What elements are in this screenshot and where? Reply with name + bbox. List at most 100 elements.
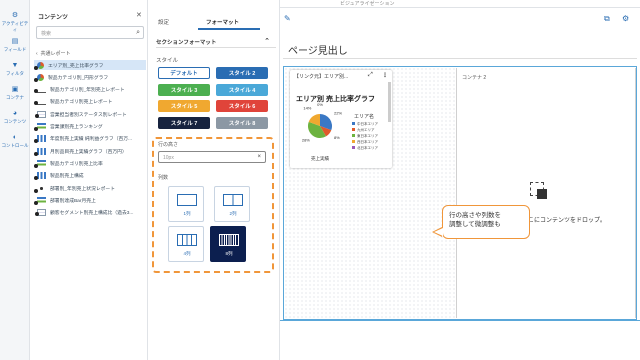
legend-swatch <box>352 140 355 143</box>
rail-item-filter[interactable]: ▼ フィルタ <box>0 62 30 77</box>
column-option-1[interactable]: 1列 <box>168 186 204 222</box>
canvas-bottom-line <box>280 320 640 321</box>
style-button-7[interactable]: スタイル 7 <box>158 116 210 129</box>
x-axis-label: 売上実績 <box>311 155 329 162</box>
style-button-5[interactable]: スタイル 5 <box>158 100 210 112</box>
list-item-label: 製品カテゴリ別_円形グラフ <box>48 75 109 81</box>
style-button-1[interactable]: デフォルト <box>158 67 210 79</box>
rail-item-fields[interactable]: ▤ フィールド <box>0 38 30 53</box>
link-icon <box>34 77 38 82</box>
legend-label: 中日本エリア <box>357 121 378 126</box>
scrollbar[interactable] <box>388 82 391 122</box>
contents-panel-title: コンテンツ <box>38 15 69 21</box>
list-item[interactable]: 製品カテゴリ別売上レポート <box>34 97 146 107</box>
style-button-3[interactable]: スタイル 3 <box>158 83 210 96</box>
list-item[interactable]: 年度別売上実績 純利益グラフ（百万... <box>34 134 146 144</box>
list-item[interactable]: エリア別_売上比率グラフ <box>34 60 146 70</box>
section-format-title: セクションフォーマット <box>156 40 217 46</box>
bar-chart-icon <box>34 172 46 181</box>
hbar-chart-icon <box>34 123 46 131</box>
tab-format[interactable]: フォーマット <box>206 18 239 26</box>
column-option-4[interactable]: 8列 <box>210 226 246 262</box>
link-icon <box>34 139 38 144</box>
page-title-divider <box>283 58 637 59</box>
style-button-4[interactable]: スタイル 4 <box>216 83 268 96</box>
control-icon: ◐ <box>12 134 18 141</box>
list-item-label: 年度別売上実績 純利益グラフ（百万... <box>50 137 133 143</box>
list-item[interactable]: 顧客セグメント別売上構成比（過去3... <box>34 208 146 218</box>
rail-item-control[interactable]: ◐ コントロール <box>0 134 30 149</box>
search-input[interactable]: 検索 ⌕ <box>36 26 144 39</box>
edit-icon[interactable]: ✎ <box>284 14 291 23</box>
rail-item-contents[interactable]: ◕ コンテンツ <box>0 110 30 125</box>
columns-label: 列数 <box>158 175 169 181</box>
filter-icon: ▼ <box>11 62 19 69</box>
link-icon <box>34 176 38 181</box>
close-icon[interactable]: ✕ <box>136 11 142 19</box>
list-item-label: 製品カテゴリ別_年別売上レポート <box>50 88 125 94</box>
columns-grid-icon <box>177 234 197 246</box>
list-item-label: 営業課別売上ランキング <box>50 125 103 130</box>
legend-label: 東日本エリア <box>357 133 378 138</box>
style-button-2[interactable]: スタイル 2 <box>216 67 268 79</box>
legend-swatch <box>352 146 355 149</box>
style-button-6[interactable]: スタイル 6 <box>216 100 268 112</box>
list-item[interactable]: 部署別達成Bar月売上 <box>34 195 146 205</box>
preview-icon[interactable]: ⧉ <box>604 14 610 24</box>
table-chart-icon <box>35 209 46 217</box>
list-item[interactable]: 部署別_年別売上状況レポート <box>34 183 146 193</box>
pie-chart: 22% 8% 28% 14% 0% エリア名中日本エリア九州エリア東日本エリア西日本エリア… <box>302 102 379 162</box>
chart-card[interactable]: 【リンク元】エリア別... ⤢ ⋮ エリア別 売上比率グラフ 22% 8% 28% 1… <box>290 70 392 168</box>
line-chart-icon <box>34 86 46 94</box>
columns-grid-icon <box>223 194 243 206</box>
list-item-label: エリア別_売上比率グラフ <box>48 63 104 69</box>
callout: 行の高さや列数を 調整して微調整も <box>442 205 530 239</box>
list-item[interactable]: 営業担当者別ステータス別レポート <box>34 109 146 119</box>
list-item[interactable]: 営業課別売上ランキング <box>34 122 146 132</box>
rail-item-container[interactable]: ▣ コンテナ <box>0 86 30 101</box>
list-item-label: 製品別売上構成 <box>50 174 84 180</box>
container-icon: ▣ <box>11 86 19 93</box>
legend-label: 北日本エリア <box>357 145 378 150</box>
list-item[interactable]: 月別品目売上実績グラフ（百万円） <box>34 146 146 156</box>
slice-data-label: 14% <box>303 106 311 111</box>
link-icon <box>34 101 38 106</box>
list-item[interactable]: 製品カテゴリ別_円形グラフ <box>34 72 146 82</box>
rail-item-label: フィルタ <box>6 71 24 76</box>
callout-line-2: 調整して微調整も <box>449 221 501 228</box>
column-option-2[interactable]: 2列 <box>214 186 250 222</box>
rail-item-label: コントロール <box>1 143 29 148</box>
app-root: ⚙ アクティビティ ▤ フィールド ▼ フィルタ ▣ コンテナ ◕ コンテンツ … <box>0 0 640 360</box>
list-item-label: 月別品目売上実績グラフ（百万円） <box>50 149 127 155</box>
settings-icon[interactable]: ⚙ <box>622 14 629 23</box>
section-format-header[interactable]: セクションフォーマット ⌃ <box>156 38 276 46</box>
legend-title: エリア名 <box>354 113 374 120</box>
legend-swatch <box>352 134 355 137</box>
list-item[interactable]: 製品カテゴリ別_年別売上レポート <box>34 85 146 95</box>
column-option-3[interactable]: 4列 <box>168 226 204 262</box>
pie-chart-icon <box>34 61 44 70</box>
column-option-label: 1列 <box>183 211 191 216</box>
list-item[interactable]: 製品カテゴリ別売上比率 <box>34 158 146 168</box>
list-item-label: 製品カテゴリ別売上レポート <box>50 100 113 106</box>
columns-grid-icon <box>177 194 197 206</box>
window-title: ビジュアライゼーション <box>340 1 395 7</box>
clear-icon[interactable]: × <box>257 154 261 160</box>
contents-icon: ◕ <box>12 110 18 117</box>
rail-item-label: フィールド <box>3 47 27 52</box>
list-item-label: 部署別_年別売上状況レポート <box>50 186 116 192</box>
tab-settings[interactable]: 設定 <box>158 18 169 26</box>
column-option-label: 2列 <box>229 211 237 216</box>
back-link[interactable]: ‹ 共通レポート <box>36 50 70 57</box>
dot-chart-icon <box>34 184 46 193</box>
activity-icon: ⚙ <box>11 12 19 19</box>
rail-item-activity[interactable]: ⚙ アクティビティ <box>0 12 30 33</box>
style-button-8[interactable]: スタイル 8 <box>216 116 268 129</box>
search-placeholder: 検索 <box>41 31 52 37</box>
list-item[interactable]: 製品別売上構成 <box>34 171 146 181</box>
page-title[interactable]: ページ見出し <box>288 42 348 57</box>
row-height-input[interactable]: 10px × <box>158 151 266 163</box>
link-icon <box>34 200 38 205</box>
line-chart-icon <box>34 98 46 106</box>
columns-grid-icon <box>219 234 239 246</box>
